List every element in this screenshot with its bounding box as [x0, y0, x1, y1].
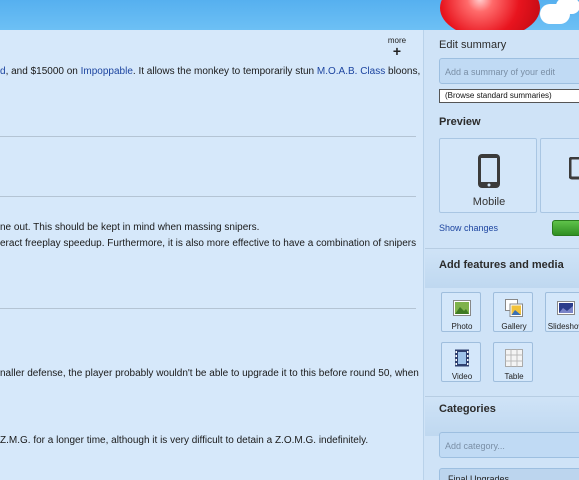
plus-icon: +	[392, 43, 402, 59]
category-item[interactable]: Final Upgrades	[439, 468, 579, 480]
section-divider	[0, 308, 416, 309]
standard-summaries-select[interactable]: (Browse standard summaries)	[439, 89, 579, 103]
slideshow-icon	[557, 301, 575, 315]
editor-text-line: Z.M.G. for a longer time, although it is…	[0, 435, 368, 446]
table-button[interactable]: Table	[493, 342, 533, 382]
features-heading: Add features and media	[439, 259, 564, 271]
text-segment: ne out. This should be kept in mind when…	[0, 222, 260, 233]
article-link[interactable]: M.O.A.B. Class	[317, 66, 385, 77]
editor-text-line: d, and $15000 on Impoppable. It allows t…	[0, 66, 420, 77]
text-segment: . It allows the monkey to temporarily st…	[132, 66, 317, 77]
text-segment: Z.M.G. for a longer time, although it is…	[0, 435, 369, 446]
photo-label: Photo	[451, 322, 473, 331]
slideshow-button[interactable]: Slideshow	[545, 292, 579, 332]
section-divider	[0, 196, 416, 197]
video-label: Video	[451, 372, 473, 381]
editor-text-line: ne out. This should be kept in mind when…	[0, 222, 259, 233]
add-category-input[interactable]: Add category...	[439, 432, 579, 458]
table-icon	[505, 349, 523, 367]
edit-summary-input[interactable]: Add a summary of your edit	[439, 58, 579, 84]
cloud-graphic	[556, 0, 579, 14]
article-editor[interactable]: more + d, and $15000 on Impoppable. It a…	[0, 30, 424, 480]
edit-rail: Edit summary Add a summary of your edit …	[425, 30, 579, 480]
gallery-label: Gallery	[501, 322, 527, 331]
video-button[interactable]: Video	[441, 342, 481, 382]
text-segment: bloons,	[385, 66, 421, 77]
show-changes-link[interactable]: Show changes	[439, 223, 498, 233]
edit-summary-heading: Edit summary	[439, 39, 507, 51]
categories-band	[425, 396, 579, 436]
publish-button[interactable]	[552, 220, 579, 236]
article-link[interactable]: Impoppable	[81, 66, 133, 77]
gallery-button[interactable]: Gallery	[493, 292, 533, 332]
text-segment: naller defense, the player probably woul…	[0, 368, 419, 379]
editor-text-line: eract freeplay speedup. Furthermore, it …	[0, 238, 416, 249]
desktop-monitor-icon	[569, 157, 579, 180]
mobile-preview-button[interactable]: Mobile	[439, 138, 537, 213]
more-button[interactable]: more +	[385, 36, 409, 59]
gallery-icon	[505, 299, 523, 317]
desktop-label: De	[541, 196, 579, 208]
categories-heading: Categories	[439, 403, 496, 415]
table-label: Table	[504, 372, 524, 381]
desktop-preview-button[interactable]: De	[540, 138, 579, 213]
editor-text-line: naller defense, the player probably woul…	[0, 368, 419, 379]
section-divider	[0, 136, 416, 137]
preview-heading: Preview	[439, 116, 481, 128]
text-segment: , and $15000 on	[5, 66, 81, 77]
photo-button[interactable]: Photo	[441, 292, 481, 332]
photo-icon	[453, 300, 471, 316]
video-icon	[455, 349, 469, 367]
mobile-phone-icon	[478, 154, 500, 188]
text-segment: eract freeplay speedup. Furthermore, it …	[0, 238, 417, 249]
slideshow-label: Slideshow	[547, 322, 579, 331]
mobile-label: Mobile	[472, 196, 506, 208]
